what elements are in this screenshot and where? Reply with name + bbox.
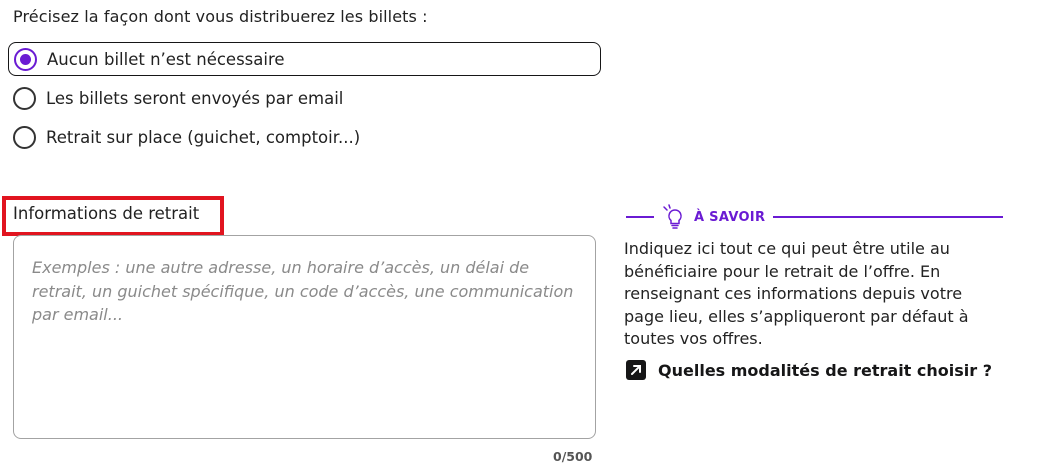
info-title: À SAVOIR [694, 209, 766, 225]
info-header: À SAVOIR [626, 204, 1003, 230]
radio-option-label: Retrait sur place (guichet, comptoir...) [46, 127, 361, 147]
link-label: Quelles modalités de retrait choisir ? [658, 360, 992, 380]
lightbulb-icon [663, 204, 682, 229]
ticket-distribution-form: Précisez la façon dont vous distribuerez… [0, 0, 1050, 470]
withdrawal-info-textarea[interactable] [13, 235, 596, 439]
question-label: Précisez la façon dont vous distribuerez… [13, 7, 428, 26]
radio-checked-icon[interactable] [14, 47, 37, 71]
external-arrow-icon [626, 360, 646, 380]
radio-option-on-site[interactable]: Retrait sur place (guichet, comptoir...) [8, 120, 360, 154]
field-label: Informations de retrait [13, 204, 200, 223]
info-text: Indiquez ici tout ce qui peut être utile… [624, 239, 969, 348]
radio-unchecked-icon[interactable] [13, 125, 36, 149]
divider-line [626, 215, 654, 219]
radio-unchecked-icon[interactable] [13, 86, 36, 110]
radio-option-email[interactable]: Les billets seront envoyés par email [8, 81, 343, 115]
divider-line [773, 215, 1003, 219]
radio-option-label: Aucun billet n’est nécessaire [47, 49, 285, 69]
radio-option-label: Les billets seront envoyés par email [46, 88, 344, 108]
withdrawal-modalities-link[interactable]: Quelles modalités de retrait choisir ? [626, 360, 992, 380]
character-counter: 0/500 [553, 449, 593, 464]
radio-option-no-ticket[interactable]: Aucun billet n’est nécessaire [8, 42, 601, 76]
